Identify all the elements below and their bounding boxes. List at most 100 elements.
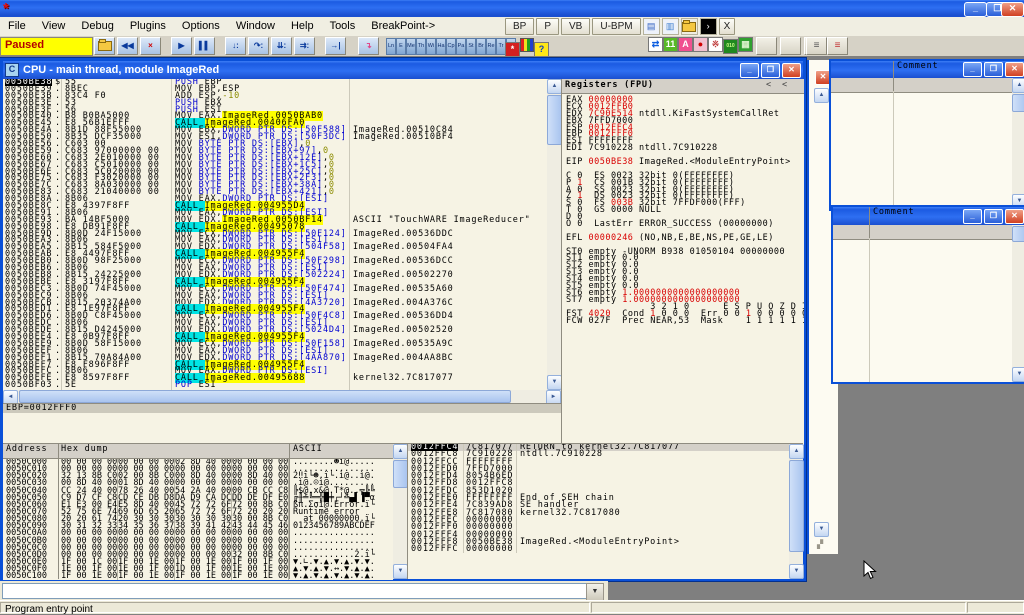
scroll-up-arrow[interactable]: ▲ xyxy=(789,444,804,459)
plugin-button-p[interactable]: P xyxy=(536,18,559,35)
cpu-window-titlebar[interactable]: C CPU - main thread, module ImageRed _ ❐… xyxy=(3,61,803,79)
menu-item-breakpoint[interactable]: BreakPoint-> xyxy=(363,17,443,36)
window-button-wi[interactable]: Wi xyxy=(426,38,436,55)
register-line[interactable]: FCW 027F Prec NEAR,53 Mask 1 1 1 1 1 1 xyxy=(562,318,804,325)
info-line[interactable]: EBP=0012FFF0 xyxy=(3,404,561,413)
disasm-row[interactable]: 0050BE3E.53PUSH EBX xyxy=(3,100,547,107)
marked-list-button[interactable]: ≡ xyxy=(827,37,848,55)
pause-button[interactable]: ▌▌ xyxy=(194,37,215,55)
window-button-me[interactable]: Me xyxy=(406,38,416,55)
doc-blue-icon[interactable]: ▤ xyxy=(643,18,660,35)
dump-row[interactable]: 0050C1001F 00 1E 001F 00 1E 001F 00 1E 0… xyxy=(3,573,393,580)
window-button-th[interactable]: Th xyxy=(416,38,426,55)
registers-pane[interactable]: Registers (FPU) < < EAX 00000000ECX 0012… xyxy=(561,79,804,443)
plugin-button-u-bpm[interactable]: U-BPM xyxy=(592,18,640,35)
window-grid-button[interactable]: ▦ xyxy=(738,37,753,52)
scroll-thumb[interactable] xyxy=(393,460,408,488)
disasm-row[interactable]: 0050BF03.5EPOP ESI xyxy=(3,382,547,389)
empty-button[interactable] xyxy=(756,37,777,55)
options-button[interactable]: * xyxy=(505,42,520,57)
info-pane[interactable]: EBP=0012FFF0 xyxy=(3,403,561,444)
register-line[interactable]: O 0 LastErr ERROR_SUCCESS (00000000) xyxy=(562,221,804,228)
scroll-thumb[interactable] xyxy=(19,390,511,403)
folder-icon[interactable] xyxy=(681,18,698,35)
register-line[interactable]: T 0 GS 0000 NULL xyxy=(562,207,804,214)
disassembly-pane[interactable]: 0050BE38$55PUSH EBP0050BE39.8BECMOV EBP,… xyxy=(3,79,547,390)
red-dot-button[interactable]: ● xyxy=(693,37,708,52)
rose-button[interactable]: ※ xyxy=(708,37,723,52)
step-over-button[interactable]: ↷: xyxy=(248,37,269,55)
command-dropdown-button[interactable]: ▼ xyxy=(586,583,604,601)
menu-item-debug[interactable]: Debug xyxy=(73,17,121,36)
register-line[interactable]: EIP 0050BE38 ImageRed.<ModuleEntryPoint> xyxy=(562,159,804,166)
close-button[interactable]: ✕ xyxy=(1001,2,1024,17)
scroll-up-arrow[interactable]: ▲ xyxy=(393,444,408,459)
run-button[interactable]: ▶ xyxy=(171,37,192,55)
win-a-scrollbar[interactable]: ▲ ▼ xyxy=(1012,78,1024,209)
menu-item-options[interactable]: Options xyxy=(174,17,228,36)
scroll-thumb[interactable] xyxy=(789,460,804,552)
dump-pane[interactable]: Address Hex dump ASCII 0050C00000 00 00 … xyxy=(3,443,393,579)
command-input[interactable] xyxy=(2,583,588,599)
window-button-e[interactable]: E xyxy=(396,38,406,55)
window-button-ha[interactable]: Ha xyxy=(436,38,446,55)
eleven-button[interactable]: 11 xyxy=(663,37,678,52)
cpu-restore-button[interactable]: ❐ xyxy=(761,63,780,78)
window-button-st[interactable]: St xyxy=(466,38,476,55)
win-close-button[interactable]: ✕ xyxy=(1005,62,1024,77)
scroll-down-arrow[interactable]: ▼ xyxy=(1012,367,1024,382)
win-close-button[interactable]: ✕ xyxy=(1005,209,1024,224)
scroll-down-arrow[interactable]: ▼ xyxy=(393,564,408,579)
scroll-down-arrow[interactable]: ▼ xyxy=(789,564,804,579)
back-window-scroll-down[interactable]: ▼ xyxy=(814,522,829,537)
back-window-scroll-up[interactable]: ▲ xyxy=(814,88,829,103)
menu-item-plugins[interactable]: Plugins xyxy=(122,17,174,36)
win-restore-button[interactable]: ❐ xyxy=(984,209,1003,224)
window-button-br[interactable]: Br xyxy=(476,38,486,55)
win-minimize-button[interactable]: _ xyxy=(963,62,982,77)
disasm-row[interactable]: 0050BE3B.83C4 F0ADD ESP,-10 xyxy=(3,93,547,100)
log-list-button[interactable]: ≡ xyxy=(806,37,827,55)
registers-list[interactable]: EAX 00000000ECX 0012FFB0EDX 7C90E514 ntd… xyxy=(562,94,804,445)
animate-into-button[interactable]: ⇊: xyxy=(271,37,292,55)
scroll-thumb[interactable] xyxy=(1012,94,1024,112)
stack-row[interactable]: 0012FFFC00000000 xyxy=(408,546,790,553)
empty-button[interactable] xyxy=(780,37,801,55)
dump-vscrollbar[interactable]: ▲ ▼ xyxy=(393,443,407,579)
window-button-pa[interactable]: Pa xyxy=(456,38,466,55)
menu-item-window[interactable]: Window xyxy=(228,17,283,36)
disasm-row[interactable]: 0050BEFE.E8 8597F8FFCALL ImageRed.004956… xyxy=(3,375,547,382)
run-to-return-button[interactable]: →| xyxy=(325,37,346,55)
window-button-cp[interactable]: Cp xyxy=(446,38,456,55)
stack-pane[interactable]: 0012FFC47C817077RETURN to kernel32.7C817… xyxy=(407,443,790,579)
scroll-down-arrow[interactable]: ▼ xyxy=(547,375,562,390)
menu-item-file[interactable]: File xyxy=(0,17,34,36)
goto-button[interactable]: ↴ xyxy=(358,37,379,55)
help-button[interactable]: ? xyxy=(534,42,549,57)
menu-item-view[interactable]: View xyxy=(34,17,74,36)
letter-a-button[interactable]: A xyxy=(678,37,693,52)
resize-grip[interactable]: ▞ xyxy=(817,540,823,549)
open-file-button[interactable] xyxy=(94,37,115,55)
cpu-close-button[interactable]: ✕ xyxy=(782,63,801,78)
close-program-button[interactable]: × xyxy=(140,37,161,55)
window-button-re[interactable]: Re xyxy=(486,38,496,55)
minimize-button[interactable]: _ xyxy=(964,2,987,17)
window-button-ln[interactable]: Ln xyxy=(386,38,396,55)
plugin-button-bp[interactable]: BP xyxy=(505,18,534,35)
register-line[interactable]: EDI 7C910228 ntdll.7C910228 xyxy=(562,145,804,152)
disasm-vscrollbar[interactable]: ▲ ▼ xyxy=(547,79,561,390)
appearance-button[interactable] xyxy=(520,38,534,52)
swap-arrows-button[interactable]: ⇄ xyxy=(648,37,663,52)
doc-icon[interactable]: ▥ xyxy=(662,18,679,35)
win-minimize-button[interactable]: _ xyxy=(963,209,982,224)
win-b-scrollbar[interactable]: ▼ xyxy=(1012,225,1024,382)
restart-button[interactable]: ◀◀ xyxy=(117,37,138,55)
reg-history-back-button[interactable]: < xyxy=(766,80,782,93)
menu-item-tools[interactable]: Tools xyxy=(322,17,364,36)
win-restore-button[interactable]: ❐ xyxy=(984,62,1003,77)
scroll-up-arrow[interactable]: ▲ xyxy=(1012,78,1024,93)
scroll-thumb[interactable] xyxy=(547,95,562,145)
reg-history-back-button2[interactable]: < xyxy=(782,80,804,93)
plugin-button-vb[interactable]: VB xyxy=(561,18,590,35)
